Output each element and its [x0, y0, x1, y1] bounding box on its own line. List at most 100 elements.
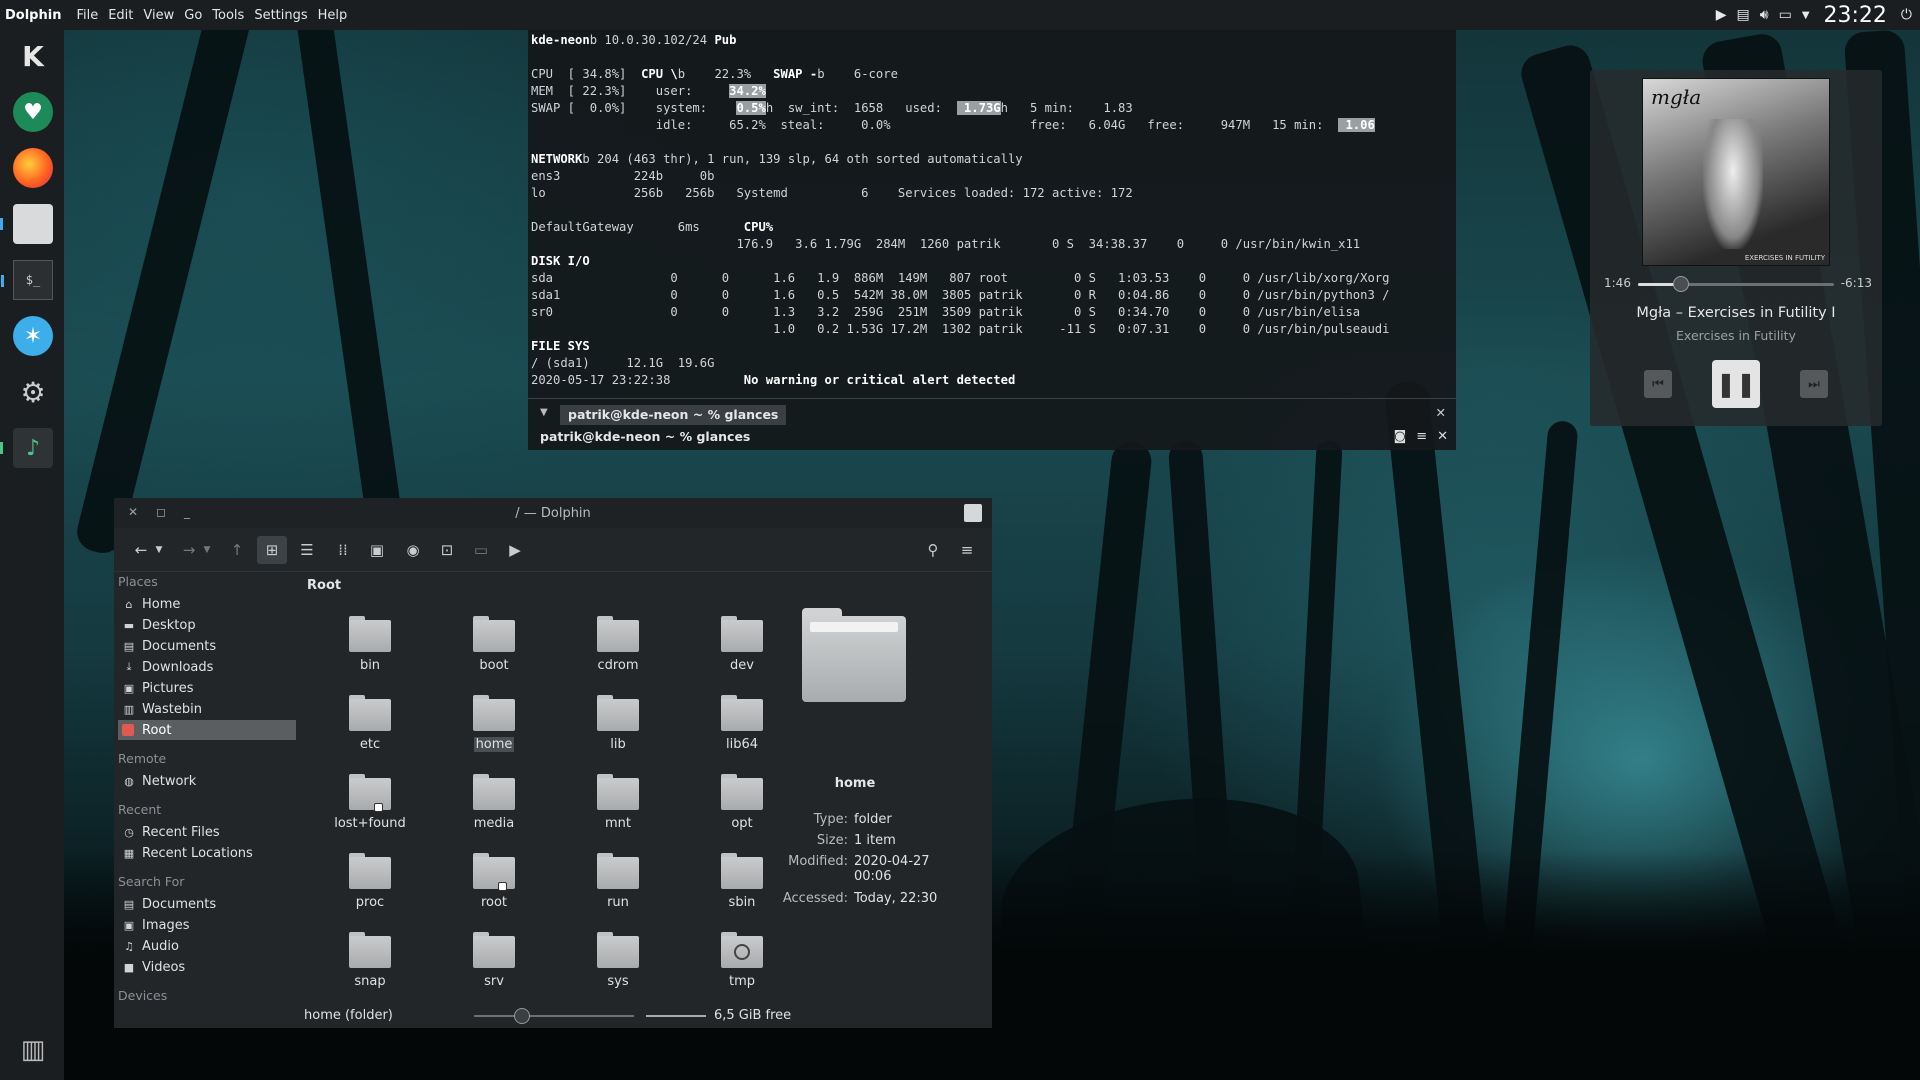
back-history-icon[interactable]: ▼ — [144, 536, 174, 564]
terminal-line: idle: 65.2% steal: 0.0% free: 6.04G free… — [531, 118, 1375, 132]
menu-file[interactable]: File — [71, 8, 103, 23]
breadcrumb[interactable]: Root — [307, 578, 341, 593]
folder-item[interactable]: run — [573, 853, 663, 910]
new-folder-icon[interactable]: ▭ — [466, 536, 496, 564]
folder-item[interactable]: snap — [325, 932, 415, 989]
clipboard-icon[interactable]: ▤ — [1737, 7, 1750, 23]
elisa-icon[interactable]: ♪ — [0, 428, 53, 468]
up-icon[interactable]: ↑ — [222, 536, 252, 564]
places-item-pictures[interactable]: ▣ Pictures — [118, 678, 296, 698]
folder-item[interactable]: etc — [325, 695, 415, 752]
dolphin-icon[interactable] — [0, 204, 53, 244]
places-item-audio[interactable]: ♫ Audio — [118, 936, 296, 956]
volume-icon[interactable]: 🔊︎ — [1760, 7, 1769, 23]
places-item-documents[interactable]: ▤ Documents — [118, 894, 296, 914]
previous-track-button[interactable]: ⏮ — [1644, 370, 1672, 398]
terminal-panel-icon[interactable]: ▶ — [500, 536, 530, 564]
details-view-icon[interactable]: ☰ — [292, 536, 322, 564]
trash-icon[interactable]: ▥ — [13, 1030, 53, 1070]
tray-expand-icon[interactable]: ▼ — [1802, 10, 1810, 21]
clock[interactable]: 23:22 — [1824, 3, 1887, 28]
menu-help[interactable]: Help — [313, 8, 353, 23]
zoom-slider[interactable] — [474, 1008, 634, 1024]
places-item-wastebin[interactable]: ▥ Wastebin — [118, 699, 296, 719]
menu-go[interactable]: Go — [179, 8, 207, 23]
menu-settings[interactable]: Settings — [249, 8, 312, 23]
menu-view[interactable]: View — [138, 8, 179, 23]
folder-item[interactable]: tmp — [697, 932, 787, 989]
folder-item[interactable]: srv — [449, 932, 539, 989]
places-item-home[interactable]: ⌂ Home — [118, 594, 296, 614]
next-track-button[interactable]: ⏭ — [1800, 370, 1828, 398]
folder-item[interactable]: cdrom — [573, 616, 663, 673]
dolphin-window[interactable]: ✕ ◻ _ / — Dolphin ← ▼ → ▼ ↑ ⊞ ☰ ⁞⁞ ▣ ◉ ⊡… — [114, 498, 992, 1028]
display-icon[interactable]: ▭ — [1779, 7, 1792, 23]
folder-name: root — [480, 895, 508, 910]
folder-name: mnt — [605, 816, 631, 831]
split-view-icon[interactable]: ⊡ — [432, 536, 462, 564]
keep-above-icon[interactable] — [964, 504, 982, 522]
kdeconnect-icon[interactable]: ✶ — [13, 316, 53, 356]
active-app-name[interactable]: Dolphin — [0, 8, 71, 23]
places-item-documents[interactable]: ▤ Documents — [118, 636, 296, 656]
band-logo: mgła — [1651, 85, 1702, 109]
settings-icon[interactable]: ⚙ — [13, 372, 53, 412]
folder-item[interactable]: home — [449, 695, 539, 752]
folder-item[interactable]: dev — [697, 616, 787, 673]
terminal-tab[interactable]: patrik@kde-neon ~ % glances — [560, 405, 787, 425]
media-player-tray-icon[interactable]: ▶ — [1716, 7, 1727, 23]
folder-name: bin — [359, 658, 381, 673]
places-item-recent-locations[interactable]: ▦ Recent Locations — [118, 843, 296, 863]
tab-menu-icon[interactable]: ▼ — [540, 407, 548, 418]
search-icon[interactable]: ⚲ — [918, 536, 948, 564]
kde-launcher-icon[interactable]: K — [13, 36, 53, 76]
close-tab-icon[interactable]: ✕ — [1436, 405, 1446, 420]
places-item-images[interactable]: ▣ Images — [118, 915, 296, 935]
power-icon[interactable]: ⏻ — [1901, 7, 1912, 23]
folder-item[interactable]: media — [449, 774, 539, 831]
folder-item[interactable]: sys — [573, 932, 663, 989]
preview-icon[interactable]: ▣ — [362, 536, 392, 564]
menu-tools[interactable]: Tools — [207, 8, 249, 23]
title-bar[interactable]: ✕ ◻ _ / — Dolphin — [114, 498, 992, 528]
discover-icon[interactable]: ♥ — [13, 92, 53, 132]
folder-item[interactable]: mnt — [573, 774, 663, 831]
compact-view-icon[interactable]: ⁞⁞ — [328, 536, 358, 564]
places-item-network[interactable]: ◍ Network — [118, 771, 296, 791]
folder-item[interactable]: bin — [325, 616, 415, 673]
konsole-icon[interactable]: $_ — [1, 260, 53, 300]
status-text: home (folder) — [304, 1008, 393, 1023]
free-space-text: 6,5 GiB free — [714, 1008, 792, 1023]
folder-name: lost+found — [334, 816, 406, 831]
menu-edit[interactable]: Edit — [103, 8, 138, 23]
close-icon[interactable]: ✕ — [1437, 429, 1448, 444]
hamburger-menu-icon[interactable]: ≡ — [952, 536, 982, 564]
zoom-handle[interactable] — [514, 1008, 530, 1024]
places-item-label: Wastebin — [142, 701, 202, 717]
folder-item[interactable]: lib — [573, 695, 663, 752]
folder-item[interactable]: lib64 — [697, 695, 787, 752]
places-item-desktop[interactable]: ▬ Desktop — [118, 615, 296, 635]
terminal-line: SWAP [ 0.0%] system: 0.5%h sw_int: 1658 … — [531, 101, 1133, 115]
firefox-icon[interactable] — [13, 148, 53, 188]
folder-item[interactable]: lost+found — [325, 774, 415, 831]
seek-handle[interactable] — [1673, 276, 1690, 292]
folder-icon — [597, 616, 639, 652]
seek-slider[interactable] — [1638, 276, 1834, 292]
menu-icon[interactable]: ≡ — [1416, 429, 1427, 444]
forward-history-icon[interactable]: ▼ — [192, 536, 222, 564]
terminal-tabbar: ▼ patrik@kde-neon ~ % glances ✕ patrik@k… — [528, 398, 1456, 450]
show-hidden-icon[interactable]: ◉ — [398, 536, 428, 564]
split-icon[interactable]: ◙ — [1394, 429, 1407, 444]
folder-item[interactable]: boot — [449, 616, 539, 673]
places-item-recent-files[interactable]: ◷ Recent Files — [118, 822, 296, 842]
folder-item[interactable]: proc — [325, 853, 415, 910]
glances-output: kde-neonb 10.0.30.102/24 Pub CPU [ 34.8%… — [531, 32, 1390, 389]
places-item-root[interactable]: Root — [118, 720, 296, 740]
places-item-videos[interactable]: ■ Videos — [118, 957, 296, 977]
places-item-downloads[interactable]: ⤓ Downloads — [118, 657, 296, 677]
konsole-window[interactable]: kde-neonb 10.0.30.102/24 Pub CPU [ 34.8%… — [528, 30, 1456, 450]
folder-item[interactable]: root — [449, 853, 539, 910]
icons-view-icon[interactable]: ⊞ — [257, 536, 287, 564]
pause-button[interactable]: ❚❚ — [1712, 360, 1760, 408]
